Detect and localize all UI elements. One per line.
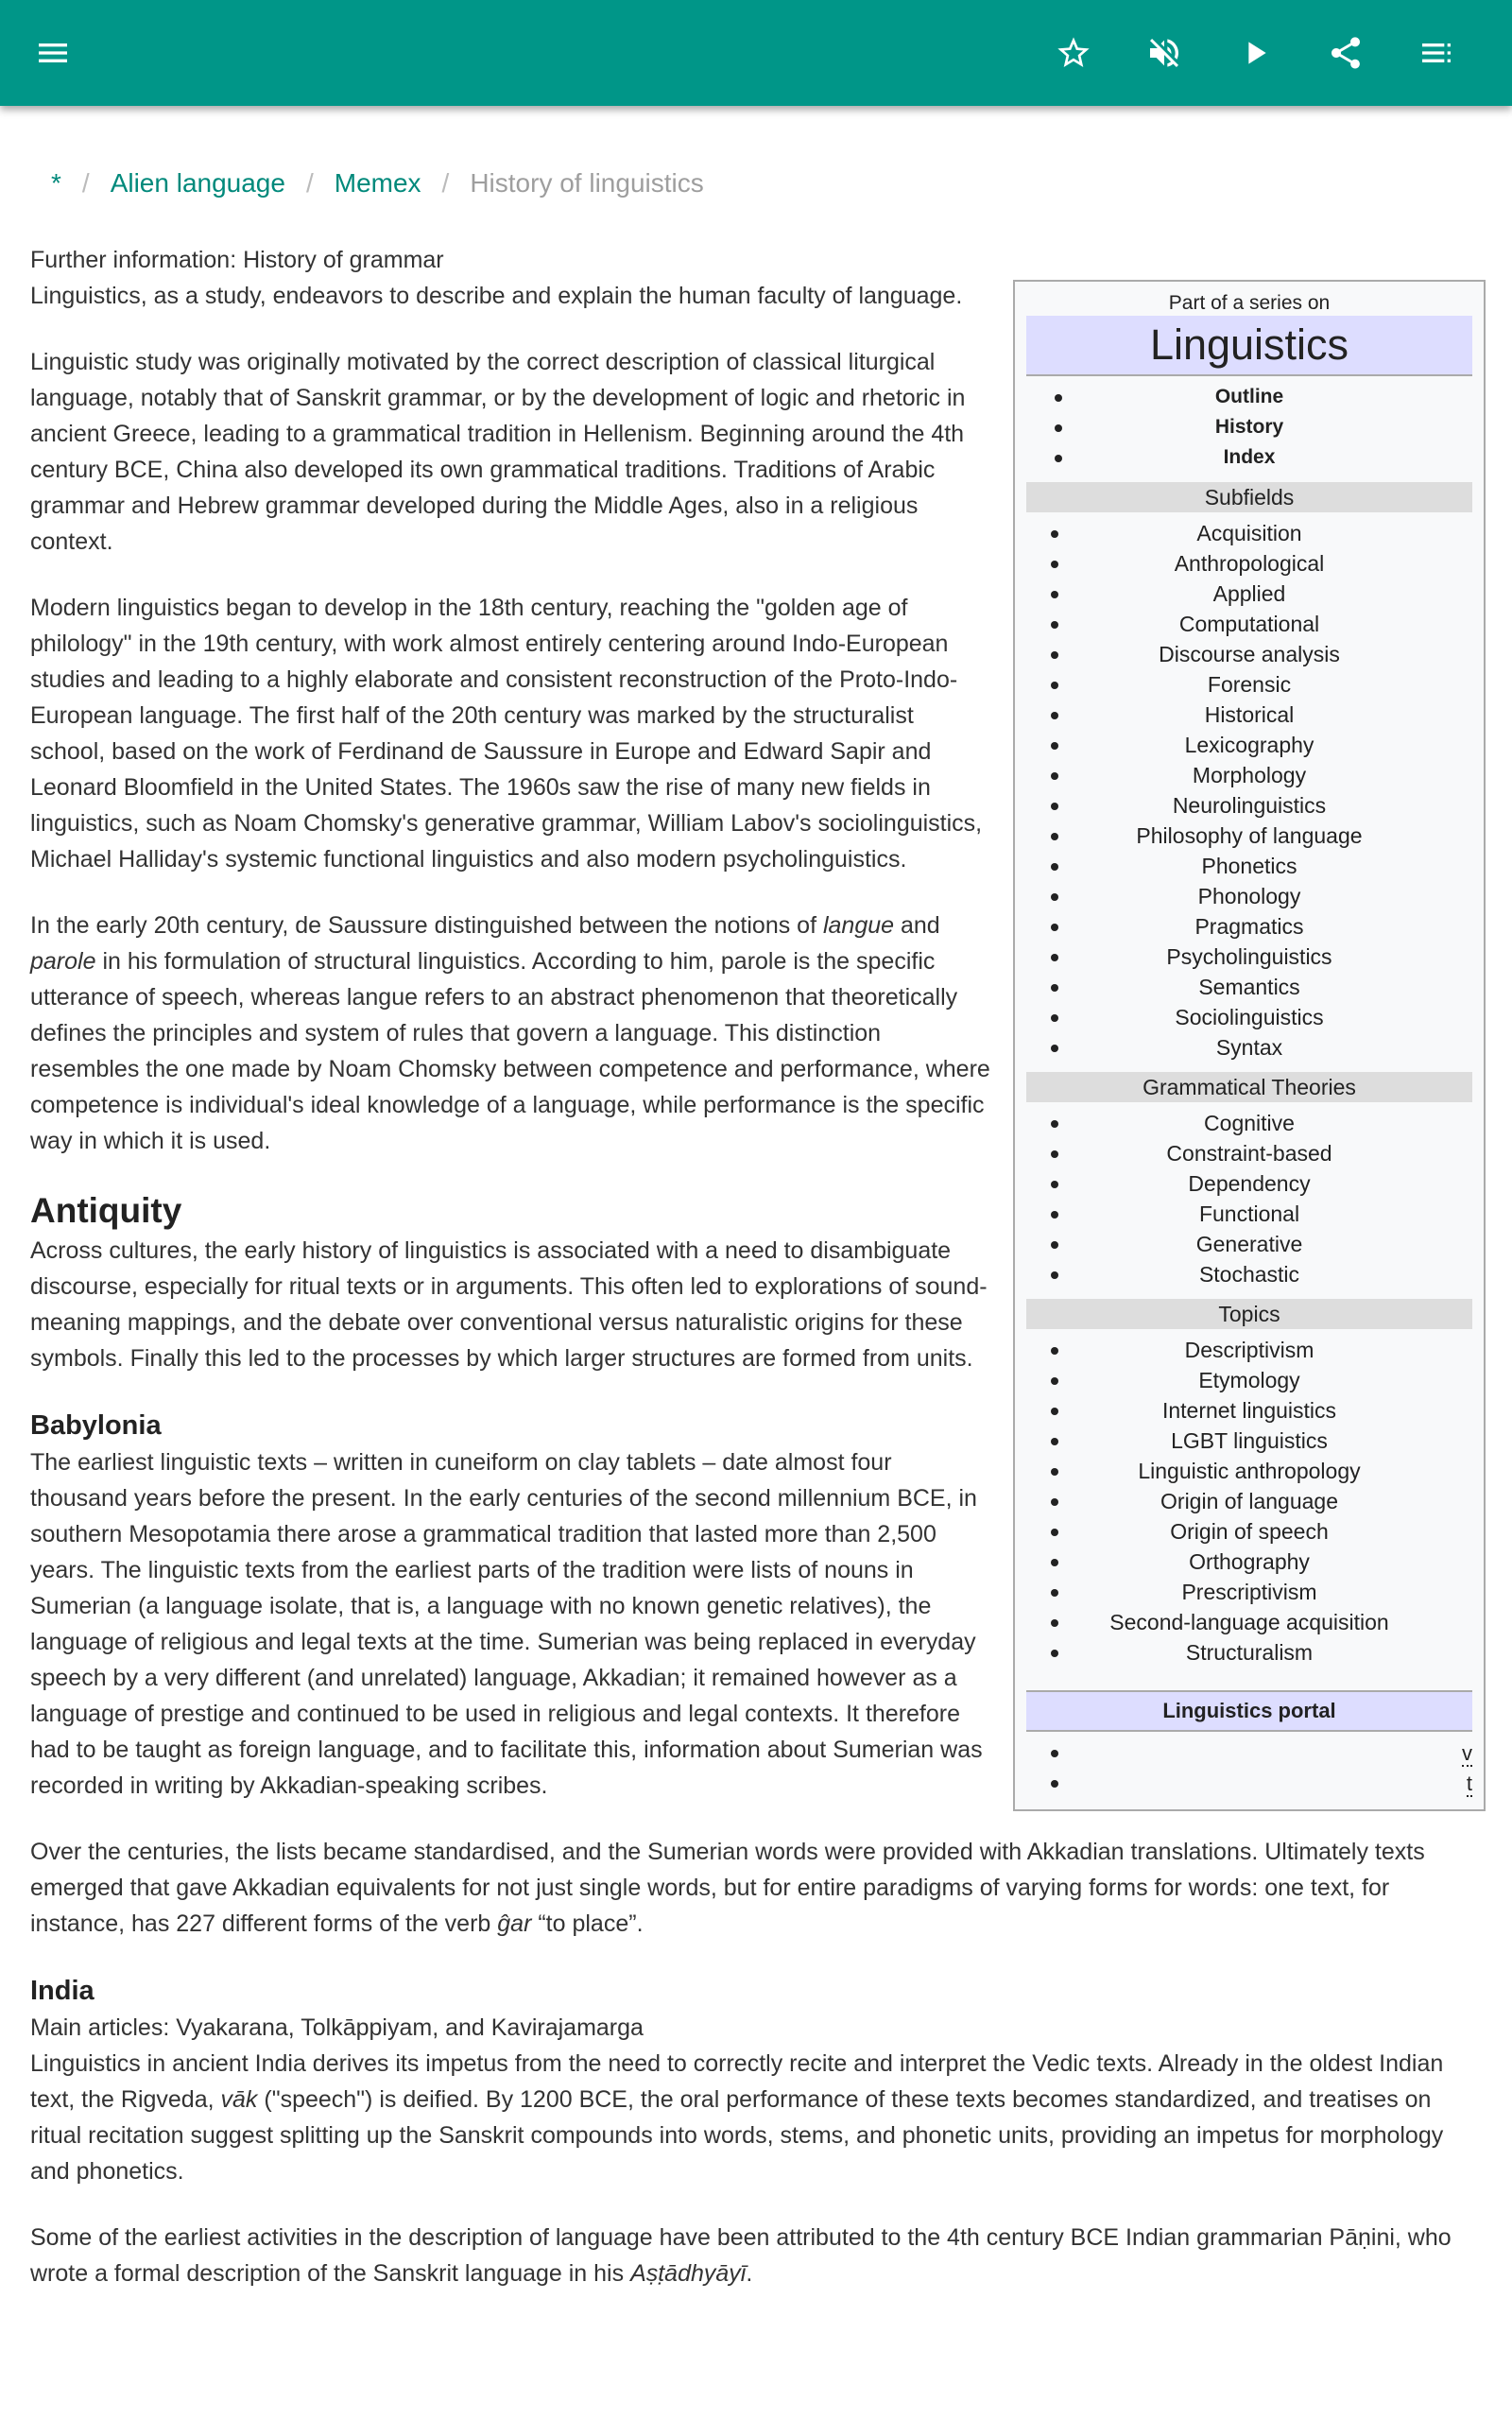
portal-link[interactable]: Linguistics portal [1026,1690,1472,1732]
infobox-link[interactable]: Orthography [1026,1547,1472,1577]
text-run: India [30,1976,94,2006]
playlist-icon[interactable] [1414,30,1459,76]
text-run: The earliest linguistic texts – written … [30,1449,983,1799]
infobox-link[interactable]: Cognitive [1026,1108,1472,1138]
infobox-link[interactable]: Etymology [1026,1365,1472,1395]
text-run: Linguistic study was originally motivate… [30,349,966,555]
infobox-top-links: Outline History Index [1026,382,1472,473]
infobox-link[interactable]: Anthropological [1026,548,1472,579]
text-run: in his formulation of structural linguis… [30,948,990,1154]
infobox-pretitle: Part of a series on [1168,292,1331,314]
infobox-link[interactable]: Morphology [1026,760,1472,790]
infobox-link[interactable]: Phonology [1026,881,1472,911]
infobox-link[interactable]: Linguistic anthropology [1026,1456,1472,1486]
text-run: Main articles: Vyakarana, Tolkāppiyam, a… [30,2014,644,2041]
infobox-section-list: Descriptivism Etymology Internet linguisti… [1026,1335,1472,1668]
article-content: Part of a series on Linguistics Outline H… [30,242,1486,2322]
infobox-link[interactable]: Outline [1026,382,1472,412]
text-run: Modern linguistics began to develop in t… [30,595,983,873]
infobox-link[interactable]: Index [1026,442,1472,473]
navbar-item: v [1026,1737,1472,1768]
infobox-link[interactable]: History [1026,412,1472,442]
infobox-link[interactable]: Historical [1026,700,1472,730]
infobox-link[interactable]: Semantics [1026,972,1472,1002]
share-icon[interactable] [1323,30,1368,76]
infobox-link[interactable]: Dependency [1026,1168,1472,1199]
breadcrumb: * / Alien language / Memex / History of lingui… [51,168,704,199]
infobox-section-header: Topics [1026,1299,1472,1329]
infobox-link[interactable]: Lexicography [1026,730,1472,760]
navbar-links: v t [1026,1737,1472,1798]
infobox-link[interactable]: Philosophy of language [1026,821,1472,851]
italic-term: vāk [220,2086,258,2113]
paragraph: Linguistics in ancient India derives its… [30,2046,1486,2189]
infobox-section-list: Cognitive Constraint-based Dependency Funct… [1026,1108,1472,1289]
infobox-link[interactable]: Internet linguistics [1026,1395,1472,1426]
infobox-link[interactable]: Phonetics [1026,851,1472,881]
text-run: “to place”. [531,1910,644,1937]
mute-icon[interactable] [1142,30,1187,76]
play-icon[interactable] [1232,30,1278,76]
navbar-item: t [1026,1768,1472,1798]
infobox-link[interactable]: Prescriptivism [1026,1577,1472,1607]
breadcrumb-separator: / [305,168,314,198]
infobox-link[interactable]: Structuralism [1026,1637,1472,1668]
infobox-link[interactable]: Psycholinguistics [1026,942,1472,972]
text-run: Across cultures, the early history of li… [30,1237,988,1372]
italic-term: langue [822,912,895,939]
infobox-link[interactable]: Second-language acquisition [1026,1607,1472,1637]
text-run: Further information: History of grammar [30,247,444,273]
star-icon[interactable] [1051,30,1096,76]
infobox-link[interactable]: Sociolinguistics [1026,1002,1472,1032]
infobox-link[interactable]: LGBT linguistics [1026,1426,1472,1456]
infobox-link[interactable]: Computational [1026,609,1472,639]
infobox-section-header: Grammatical Theories [1026,1072,1472,1102]
infobox-link[interactable]: Generative [1026,1229,1472,1259]
infobox-title[interactable]: Linguistics [1026,316,1472,376]
italic-term: ĝar [497,1910,532,1937]
infobox-link[interactable]: Functional [1026,1199,1472,1229]
menu-icon[interactable] [30,30,76,76]
infobox-link[interactable]: Pragmatics [1026,911,1472,942]
infobox-link[interactable]: Descriptivism [1026,1335,1472,1365]
infobox-link[interactable]: Discourse analysis [1026,639,1472,669]
breadcrumb-separator: / [81,168,90,198]
infobox-link[interactable]: Origin of speech [1026,1516,1472,1547]
linguistics-infobox: Part of a series on Linguistics Outline H… [1013,280,1486,1811]
section-heading: India [30,1972,1486,2010]
paragraph: Main articles: Vyakarana, Tolkāppiyam, a… [30,2010,1486,2046]
breadcrumb-current: History of linguistics [470,168,704,198]
paragraph: Over the centuries, the lists became sta… [30,1834,1486,1942]
breadcrumb-item[interactable]: Alien language [111,168,285,198]
app-bar [0,0,1512,106]
talk-link[interactable]: t [1466,1772,1472,1797]
text-run: Antiquity [30,1191,182,1230]
text-run: Babylonia [30,1410,162,1441]
breadcrumb-home[interactable]: * [51,168,61,198]
infobox-section-header: Subfields [1026,482,1472,512]
infobox-link[interactable]: Origin of language [1026,1486,1472,1516]
infobox-section-list: Acquisition Anthropological Applied Computa… [1026,518,1472,1063]
infobox-link[interactable]: Syntax [1026,1032,1472,1063]
italic-term: parole [30,948,96,975]
infobox-link[interactable]: Acquisition [1026,518,1472,548]
breadcrumb-item[interactable]: Memex [335,168,421,198]
text-run: Over the centuries, the lists became sta… [30,1839,1425,1937]
infobox-link[interactable]: Constraint-based [1026,1138,1472,1168]
text-run: and [894,912,940,939]
breadcrumb-separator: / [441,168,450,198]
infobox-link[interactable]: Stochastic [1026,1259,1472,1289]
italic-term: Aṣṭādhyāyī [630,2260,747,2287]
text-run: In the early 20th century, de Saussure d… [30,912,823,939]
view-link[interactable]: v [1462,1741,1472,1767]
text-run: Linguistics, as a study, endeavors to de… [30,283,963,309]
infobox-link[interactable]: Neurolinguistics [1026,790,1472,821]
infobox-link[interactable]: Applied [1026,579,1472,609]
text-run: . [746,2260,753,2287]
paragraph: Further information: History of grammar [30,242,1486,278]
paragraph: Some of the earliest activities in the d… [30,2220,1486,2291]
infobox-link[interactable]: Forensic [1026,669,1472,700]
